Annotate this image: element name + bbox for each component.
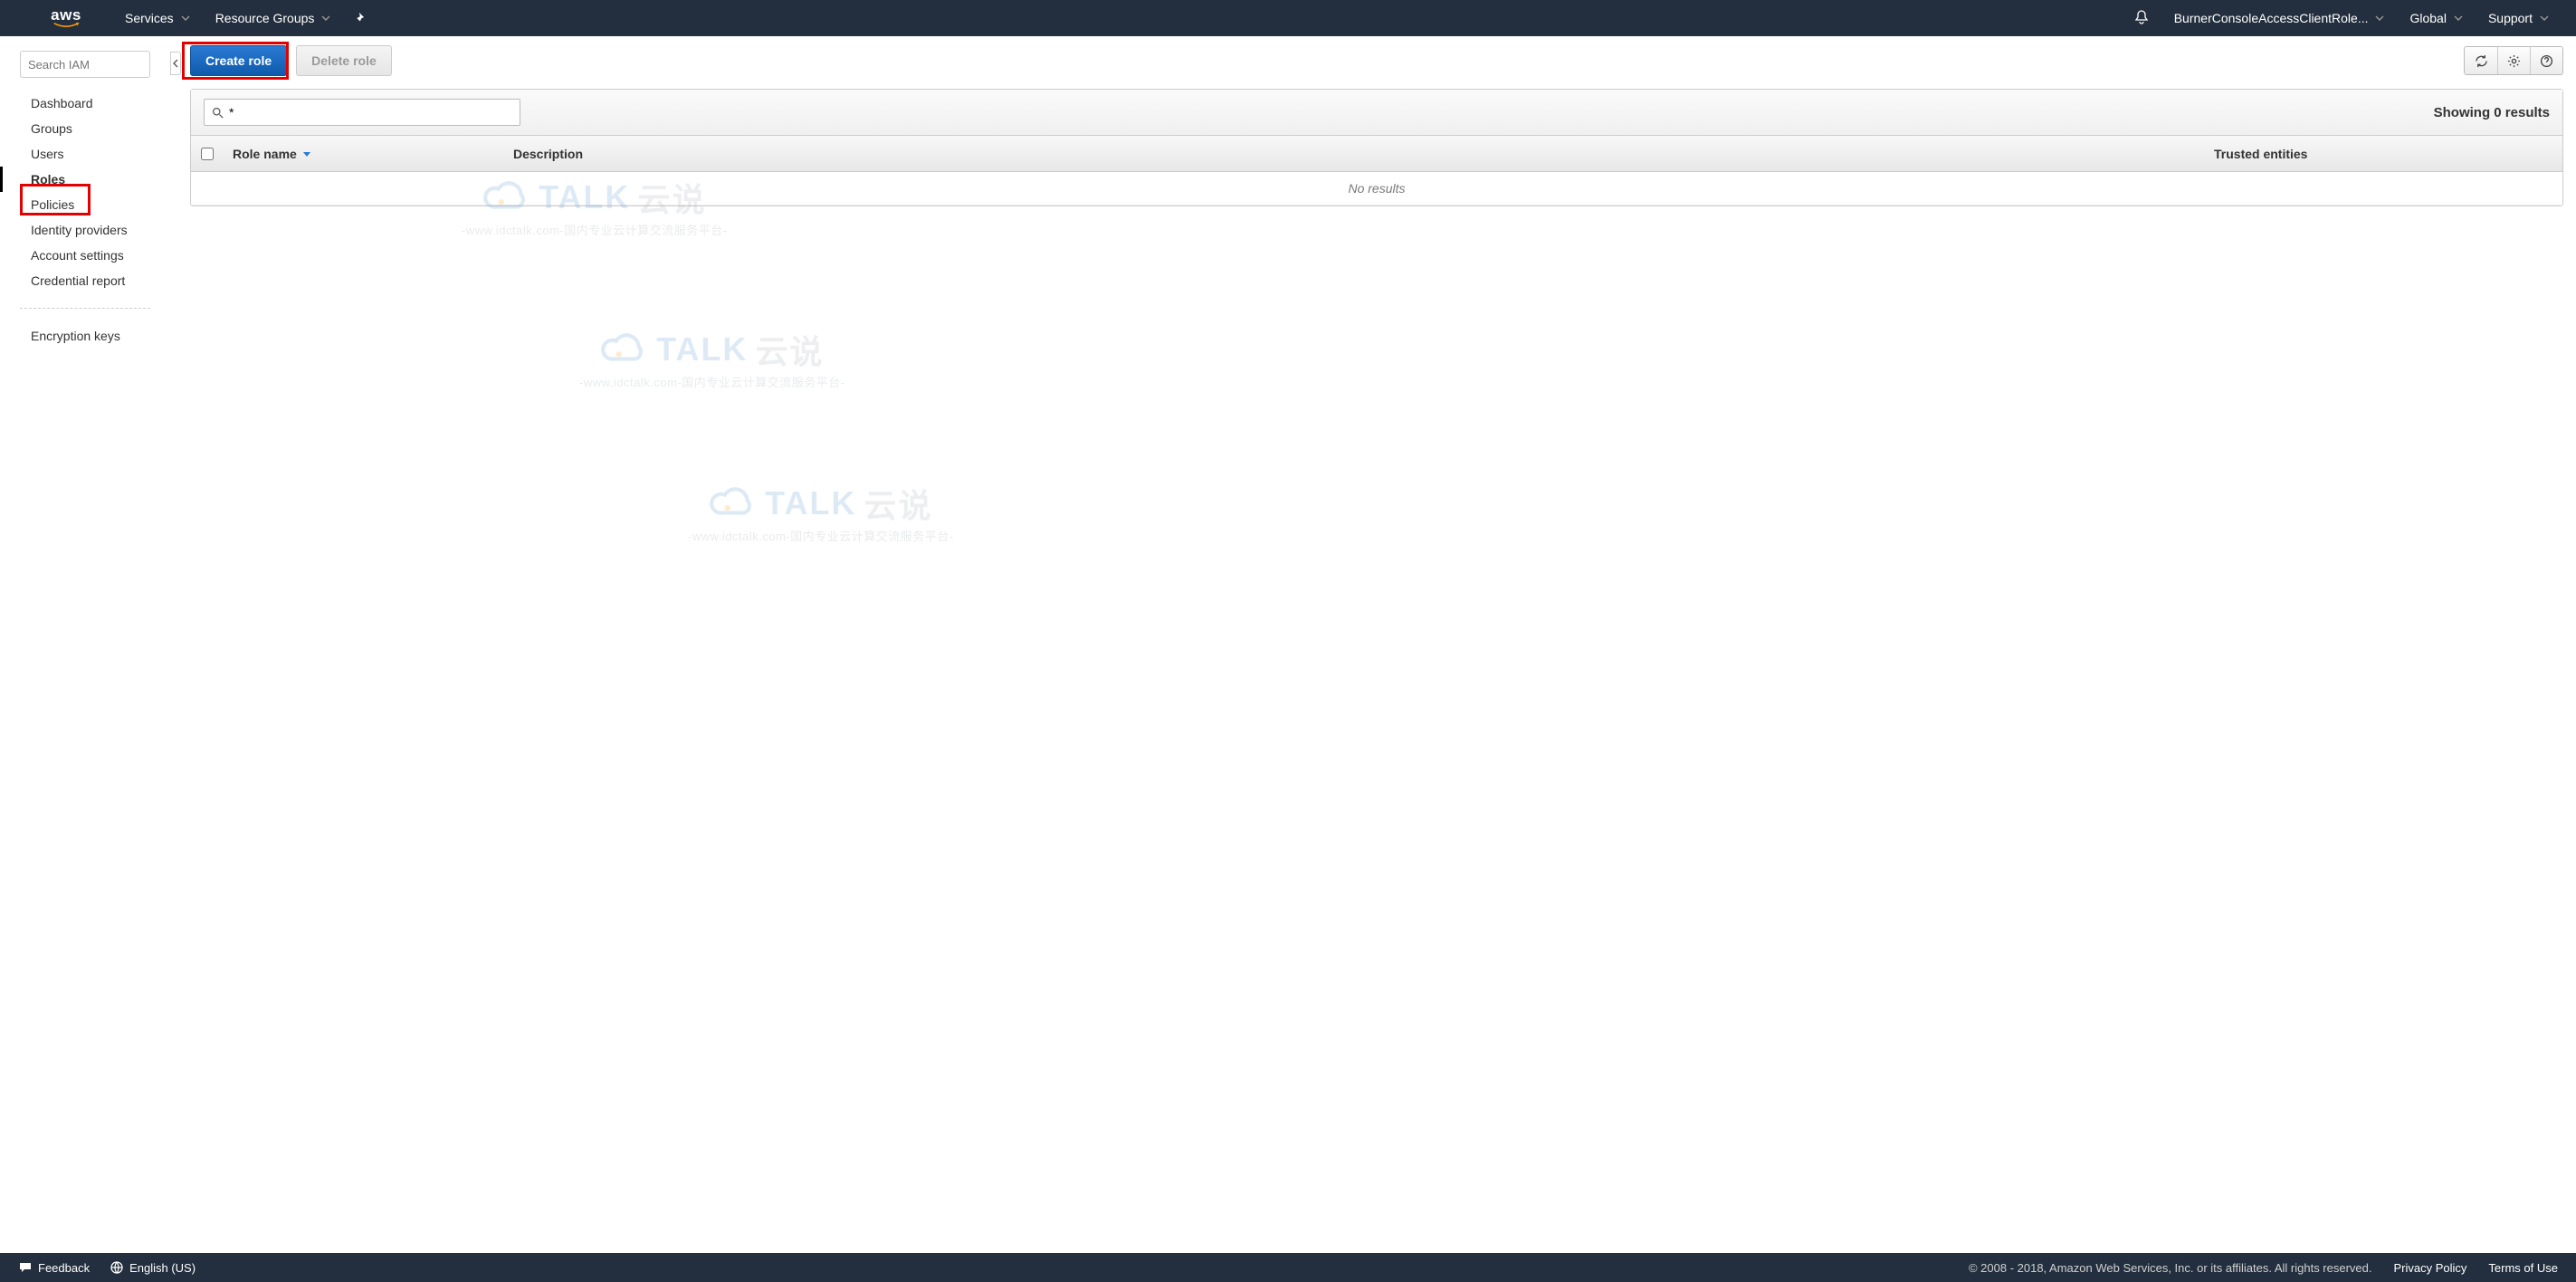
caret-down-icon bbox=[2540, 14, 2549, 23]
table-header: Role name Description Trusted entities bbox=[191, 136, 2562, 172]
footer-copyright: © 2008 - 2018, Amazon Web Services, Inc.… bbox=[1969, 1261, 2372, 1275]
pin-icon bbox=[352, 12, 365, 24]
caret-down-icon bbox=[2454, 14, 2463, 23]
sidebar-item-account-settings[interactable]: Account settings bbox=[0, 243, 170, 268]
top-navigation: aws Services Resource Groups BurnerConso… bbox=[0, 0, 2576, 36]
nav-region-label: Global bbox=[2409, 11, 2446, 25]
help-icon bbox=[2540, 54, 2553, 68]
footer-feedback-label: Feedback bbox=[38, 1261, 90, 1275]
empty-state: No results bbox=[191, 172, 2562, 206]
bell-icon bbox=[2134, 10, 2149, 24]
main-content: Create role Delete role Sho bbox=[181, 36, 2576, 1253]
caret-down-icon bbox=[321, 14, 330, 23]
footer-feedback[interactable]: Feedback bbox=[18, 1260, 90, 1275]
refresh-icon bbox=[2475, 54, 2488, 68]
nav-region[interactable]: Global bbox=[2397, 0, 2475, 36]
sidebar-search-input[interactable] bbox=[20, 51, 150, 78]
nav-notifications[interactable] bbox=[2122, 10, 2161, 27]
aws-smile-icon bbox=[51, 23, 81, 29]
footer-language[interactable]: English (US) bbox=[110, 1260, 196, 1275]
sidebar-item-credential-report[interactable]: Credential report bbox=[0, 268, 170, 293]
chevron-left-icon bbox=[172, 59, 179, 68]
column-trusted-entities[interactable]: Trusted entities bbox=[2205, 147, 2562, 161]
nav-resource-groups-label: Resource Groups bbox=[215, 11, 315, 25]
column-trusted-entities-label: Trusted entities bbox=[2214, 147, 2307, 161]
footer-language-label: English (US) bbox=[129, 1261, 196, 1275]
caret-down-icon bbox=[181, 14, 190, 23]
aws-logo[interactable]: aws bbox=[51, 7, 81, 29]
nav-account-label: BurnerConsoleAccessClientRole... bbox=[2174, 11, 2369, 25]
sidebar-item-dashboard[interactable]: Dashboard bbox=[0, 91, 170, 116]
sidebar-item-users[interactable]: Users bbox=[0, 141, 170, 167]
delete-role-button[interactable]: Delete role bbox=[296, 45, 392, 76]
caret-down-icon bbox=[2375, 14, 2384, 23]
help-button[interactable] bbox=[2530, 47, 2562, 74]
footer-terms-link[interactable]: Terms of Use bbox=[2488, 1261, 2558, 1275]
sidebar-divider bbox=[20, 308, 150, 309]
column-description[interactable]: Description bbox=[504, 147, 2205, 161]
column-role-name[interactable]: Role name bbox=[224, 147, 504, 161]
nav-services-label: Services bbox=[125, 11, 174, 25]
footer: Feedback English (US) © 2008 - 2018, Ama… bbox=[0, 1253, 2576, 1282]
nav-pin[interactable] bbox=[343, 0, 374, 36]
sidebar: Dashboard Groups Users Roles Policies Id… bbox=[0, 36, 170, 1253]
footer-privacy-link[interactable]: Privacy Policy bbox=[2394, 1261, 2467, 1275]
sidebar-item-identity-providers[interactable]: Identity providers bbox=[0, 217, 170, 243]
filter-input[interactable] bbox=[229, 105, 512, 120]
feedback-icon bbox=[18, 1260, 33, 1275]
action-bar: Create role Delete role bbox=[190, 45, 2563, 76]
sidebar-item-encryption-keys[interactable]: Encryption keys bbox=[0, 323, 170, 349]
column-description-label: Description bbox=[513, 147, 583, 161]
gear-icon bbox=[2507, 54, 2521, 68]
select-all-checkbox[interactable] bbox=[201, 148, 214, 160]
sidebar-collapse-area bbox=[170, 36, 181, 1253]
nav-account[interactable]: BurnerConsoleAccessClientRole... bbox=[2161, 0, 2398, 36]
settings-button[interactable] bbox=[2497, 47, 2530, 74]
nav-support-label: Support bbox=[2488, 11, 2533, 25]
sidebar-item-roles[interactable]: Roles bbox=[0, 167, 170, 192]
search-icon bbox=[212, 107, 224, 119]
sort-down-icon bbox=[302, 149, 311, 158]
nav-support[interactable]: Support bbox=[2476, 0, 2562, 36]
nav-services[interactable]: Services bbox=[112, 0, 203, 36]
nav-resource-groups[interactable]: Resource Groups bbox=[203, 0, 344, 36]
filter-bar: Showing 0 results bbox=[191, 90, 2562, 136]
column-role-name-label: Role name bbox=[233, 147, 297, 161]
refresh-button[interactable] bbox=[2465, 47, 2497, 74]
sidebar-item-groups[interactable]: Groups bbox=[0, 116, 170, 141]
toolbar-icon-group bbox=[2464, 46, 2563, 75]
sidebar-collapse-handle[interactable] bbox=[170, 52, 181, 75]
roles-panel: Showing 0 results Role name Description … bbox=[190, 89, 2563, 206]
globe-icon bbox=[110, 1260, 124, 1275]
create-role-button[interactable]: Create role bbox=[190, 45, 287, 76]
results-count: Showing 0 results bbox=[2434, 105, 2550, 120]
sidebar-item-policies[interactable]: Policies bbox=[0, 192, 170, 217]
aws-logo-text: aws bbox=[51, 7, 81, 23]
filter-box[interactable] bbox=[204, 99, 520, 126]
